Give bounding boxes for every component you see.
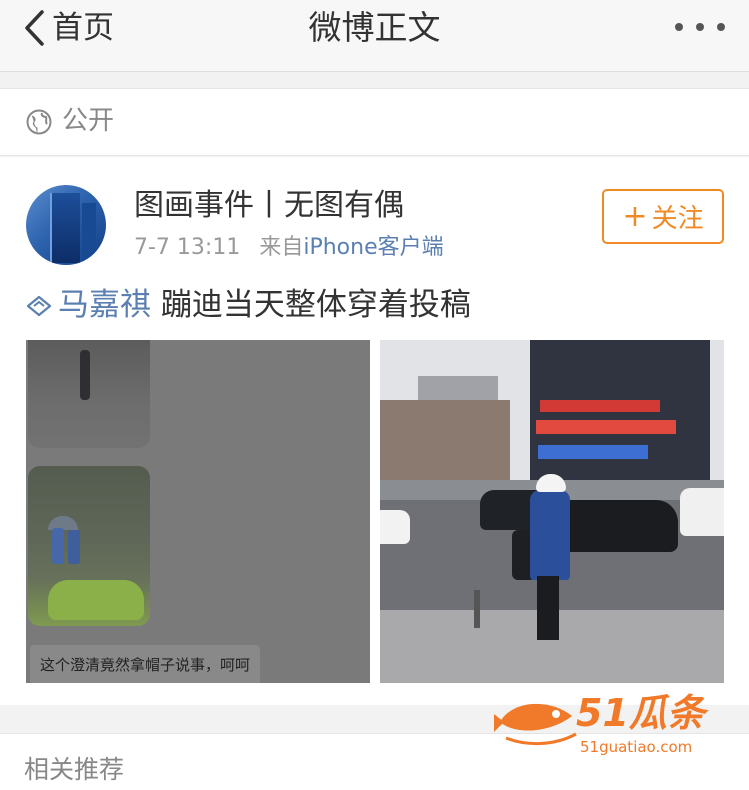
watermark: 51瓜条 51guatiao.com: [492, 688, 732, 768]
privacy-row: 公开: [0, 88, 749, 156]
neon-sign: [536, 420, 676, 434]
page-title: 微博正文: [308, 8, 441, 47]
screenshot-thumb: [28, 340, 150, 448]
building: [530, 340, 710, 480]
post-image-1[interactable]: 这个澄清竟然拿帽子说事，呵呵: [26, 340, 370, 683]
privacy-label: 公开: [62, 106, 115, 136]
post-meta: 7-7 13:11 来自iPhone客户端: [134, 233, 444, 263]
post-body: 蹦迪当天整体穿着投稿: [151, 287, 471, 323]
topic-link[interactable]: 马嘉祺: [58, 287, 151, 323]
avatar-building: [82, 203, 96, 263]
more-dot-icon: [675, 23, 683, 31]
person-figure: [68, 530, 80, 564]
follow-label: 关注: [651, 204, 704, 234]
post-source[interactable]: iPhone客户端: [303, 235, 443, 260]
bush-shape: [48, 580, 144, 620]
car: [380, 510, 410, 544]
post-image-2[interactable]: [380, 340, 724, 683]
more-dot-icon: [717, 23, 725, 31]
neon-sign: [540, 400, 660, 412]
person-figure: [530, 490, 570, 580]
avatar[interactable]: [26, 185, 106, 265]
post-time: 7-7 13:11: [134, 235, 241, 260]
nav-bar: 首页 微博正文: [0, 0, 749, 72]
screenshot-thumb: [28, 466, 150, 626]
plus-icon: +: [622, 198, 648, 234]
person-figure: [52, 528, 64, 564]
bollard: [474, 590, 480, 628]
post-text: 马嘉祺 蹦迪当天整体穿着投稿: [26, 285, 471, 325]
car: [680, 488, 724, 536]
super-topic-icon: [26, 295, 52, 317]
watermark-text: 51瓜条: [576, 691, 705, 735]
person-figure: [80, 350, 90, 400]
avatar-building: [50, 193, 80, 263]
follow-button[interactable]: + 关注: [602, 189, 724, 244]
more-dot-icon: [696, 23, 704, 31]
image-caption: 这个澄清竟然拿帽子说事，呵呵: [30, 645, 261, 683]
related-label: 相关推荐: [24, 755, 125, 784]
building: [380, 400, 510, 484]
neon-sign: [538, 445, 648, 459]
more-button[interactable]: [675, 16, 725, 38]
globe-icon: [26, 109, 52, 135]
post-card: 图画事件丨无图有偶 7-7 13:11 来自iPhone客户端 + 关注 马嘉祺…: [0, 157, 749, 705]
author-name[interactable]: 图画事件丨无图有偶: [134, 187, 404, 225]
person-legs: [537, 576, 559, 640]
watermark-url: 51guatiao.com: [580, 738, 693, 756]
source-prefix: 来自: [259, 235, 304, 260]
watermark-fish-logo: [494, 703, 577, 746]
